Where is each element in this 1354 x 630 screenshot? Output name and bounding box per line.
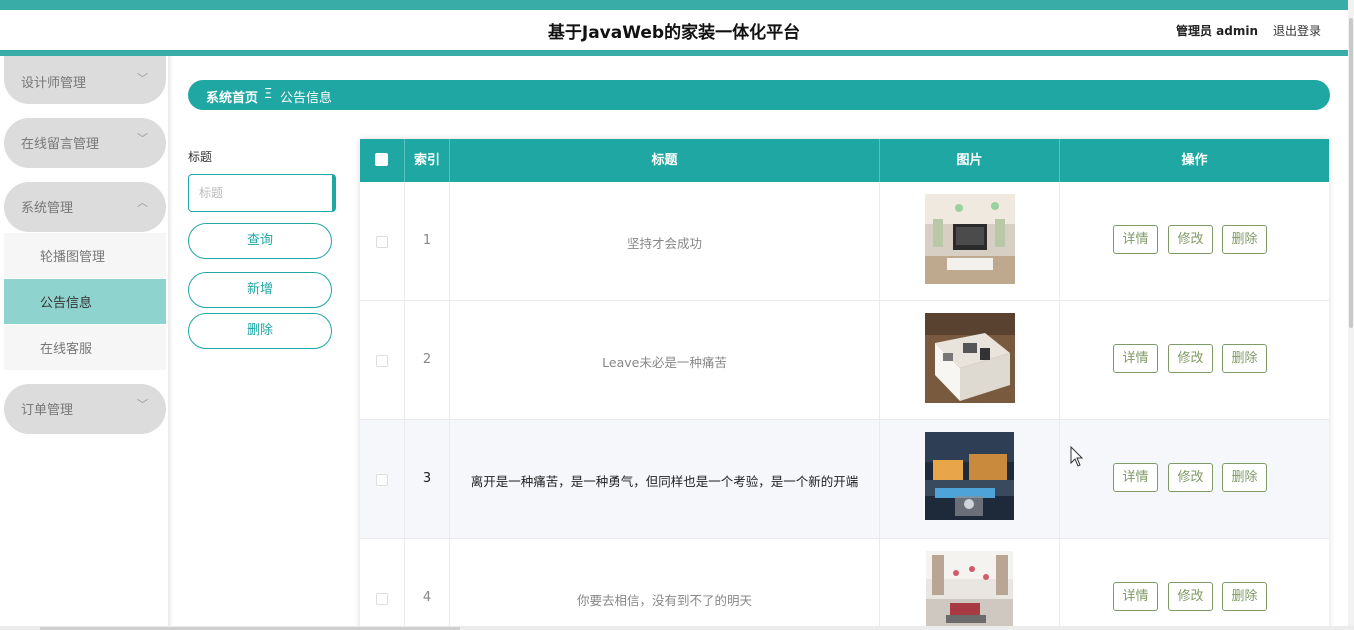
table-row: 1 坚持才会成功 详情 修改 删除 <box>360 182 1329 301</box>
top-header: 基于JavaWeb的家装一体化平台 管理员 admin 退出登录 <box>0 10 1348 50</box>
app-title: 基于JavaWeb的家装一体化平台 <box>547 23 801 43</box>
admin-user-label: 管理员 admin <box>1176 24 1259 38</box>
living-room-tv-wall-photo <box>925 194 1015 284</box>
query-button[interactable]: 查询 <box>188 223 332 259</box>
row-checkbox[interactable] <box>376 474 388 486</box>
edit-button[interactable]: 修改 <box>1168 582 1213 611</box>
row-title: Leave未必是一种痛苦 <box>602 355 727 370</box>
row-title: 坚持才会成功 <box>626 236 702 251</box>
sidebar-item-label: 公告信息 <box>40 296 93 311</box>
logout-link[interactable]: 退出登录 <box>1273 22 1321 39</box>
sidebar-item-carousel[interactable]: 轮播图管理 <box>4 233 166 278</box>
chevron-down-icon: ﹀ <box>137 132 148 145</box>
sidebar-menu-label: 订单管理 <box>21 403 74 418</box>
row-index: 1 <box>422 233 432 248</box>
night-villa-exterior-photo <box>925 432 1014 520</box>
sidebar-item-label: 在线客服 <box>40 342 93 357</box>
cutaway-room-model-photo <box>925 313 1015 403</box>
batch-delete-button[interactable]: 删除 <box>188 313 332 349</box>
table-row: 3 离开是一种痛苦，是一种勇气，但同样也是一个考验，是一个新的开端 详情 修改 … <box>360 420 1329 539</box>
table-row: 4 你要去相信，没有到不了的明天 详情 修改 删除 <box>360 539 1329 630</box>
row-checkbox[interactable] <box>376 593 388 605</box>
row-index: 4 <box>422 590 432 605</box>
delete-button[interactable]: 删除 <box>1222 463 1267 492</box>
row-index: 2 <box>422 352 432 367</box>
detail-button[interactable]: 详情 <box>1113 582 1158 611</box>
column-header-index: 索引 <box>405 139 450 182</box>
sidebar-menu-label: 系统管理 <box>21 201 74 216</box>
detail-button[interactable]: 详情 <box>1113 463 1158 492</box>
column-header-image: 图片 <box>880 139 1060 182</box>
edit-button[interactable]: 修改 <box>1168 225 1213 254</box>
add-button[interactable]: 新增 <box>188 272 332 308</box>
header-divider <box>0 50 1348 56</box>
sidebar-item-announcements[interactable]: 公告信息 <box>4 279 166 324</box>
detail-button[interactable]: 详情 <box>1113 225 1158 254</box>
edit-button[interactable]: 修改 <box>1168 463 1213 492</box>
column-header-select <box>360 139 405 182</box>
sidebar-menu-messages[interactable]: 在线留言管理 ﹀ <box>4 118 166 168</box>
title-search-input[interactable] <box>188 174 336 212</box>
breadcrumb-current: 公告信息 <box>280 91 333 106</box>
chevron-up-icon: ︿ <box>137 196 148 209</box>
search-title-label: 标题 <box>188 150 213 164</box>
column-header-title: 标题 <box>450 139 880 182</box>
breadcrumb-separator: Ξ <box>264 87 273 102</box>
sidebar-menu-designer[interactable]: 设计师管理 ﹀ <box>4 56 166 104</box>
column-header-actions: 操作 <box>1060 139 1329 182</box>
delete-button[interactable]: 删除 <box>1222 225 1267 254</box>
vertical-scrollbar-thumb[interactable] <box>1349 18 1353 328</box>
detail-button[interactable]: 详情 <box>1113 344 1158 373</box>
delete-button[interactable]: 删除 <box>1222 582 1267 611</box>
select-all-checkbox[interactable] <box>375 153 388 166</box>
sidebar-menu-orders[interactable]: 订单管理 ﹀ <box>4 384 166 434</box>
sidebar-item-label: 轮播图管理 <box>40 250 106 265</box>
top-accent-stripe <box>0 0 1354 10</box>
edit-button[interactable]: 修改 <box>1168 344 1213 373</box>
sidebar-menu-system[interactable]: 系统管理 ︿ <box>4 182 166 232</box>
bright-living-room-photo <box>926 551 1013 630</box>
chevron-down-icon: ﹀ <box>137 398 148 411</box>
sidebar-menu-label: 在线留言管理 <box>21 137 100 152</box>
chevron-down-icon: ﹀ <box>137 72 148 85</box>
row-title: 离开是一种痛苦，是一种勇气，但同样也是一个考验，是一个新的开端 <box>470 474 859 489</box>
sidebar-item-online-service[interactable]: 在线客服 <box>4 325 166 370</box>
sidebar-menu-label: 设计师管理 <box>21 76 87 91</box>
row-title: 你要去相信，没有到不了的明天 <box>576 593 752 608</box>
breadcrumb: 系统首页 Ξ 公告信息 <box>188 80 1330 110</box>
announcement-table: 索引 标题 图片 操作 1 坚持才会成功 详情 修改 删除 2 Leave未必是… <box>360 139 1329 630</box>
sidebar-edge <box>168 56 173 630</box>
mouse-pointer-icon <box>1070 445 1084 472</box>
breadcrumb-home[interactable]: 系统首页 <box>206 87 258 106</box>
delete-button[interactable]: 删除 <box>1222 344 1267 373</box>
row-checkbox[interactable] <box>376 355 388 367</box>
table-row: 2 Leave未必是一种痛苦 详情 修改 删除 <box>360 301 1329 420</box>
row-index: 3 <box>422 471 432 486</box>
row-checkbox[interactable] <box>376 236 388 248</box>
